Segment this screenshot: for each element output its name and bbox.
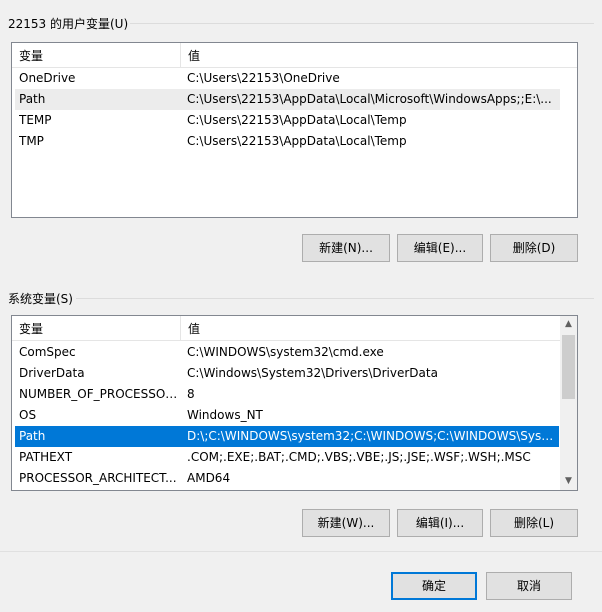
system-var-value: C:\Windows\System32\Drivers\DriverData	[187, 366, 438, 380]
system-var-name: NUMBER_OF_PROCESSORS	[19, 387, 181, 401]
system-var-name: OS	[19, 408, 37, 422]
system-var-row-comspec[interactable]: ComSpec C:\WINDOWS\system32\cmd.exe	[15, 342, 559, 363]
user-var-value: C:\Users\22153\OneDrive	[187, 71, 340, 85]
user-var-name: TEMP	[19, 113, 52, 127]
user-var-value: C:\Users\22153\AppData\Local\Temp	[187, 134, 407, 148]
system-edit-button[interactable]: 编辑(I)...	[397, 509, 483, 537]
system-var-row-driverdata[interactable]: DriverData C:\Windows\System32\Drivers\D…	[15, 363, 559, 384]
system-var-value: 8	[187, 387, 195, 401]
user-col-separator[interactable]	[180, 43, 181, 67]
system-var-row-pathext[interactable]: PATHEXT .COM;.EXE;.BAT;.CMD;.VBS;.VBE;.J…	[15, 447, 559, 468]
user-var-value: C:\Users\22153\AppData\Local\Temp	[187, 113, 407, 127]
system-new-button[interactable]: 新建(W)...	[302, 509, 390, 537]
user-var-row-path[interactable]: Path C:\Users\22153\AppData\Local\Micros…	[15, 89, 560, 110]
system-var-value: Windows_NT	[187, 408, 263, 422]
system-var-value: AMD64	[187, 471, 231, 485]
user-var-value: C:\Users\22153\AppData\Local\Microsoft\W…	[187, 92, 552, 106]
user-var-row-tmp[interactable]: TMP C:\Users\22153\AppData\Local\Temp	[15, 131, 560, 152]
system-col-name-header[interactable]: 变量	[19, 320, 43, 337]
system-group-divider	[76, 298, 594, 299]
system-list-scrollbar[interactable]: ▲ ▼	[560, 316, 577, 490]
system-var-name: PROCESSOR_ARCHITECT...	[19, 471, 177, 485]
system-var-name: PATHEXT	[19, 450, 73, 464]
system-var-name: ComSpec	[19, 345, 76, 359]
cancel-button[interactable]: 取消	[486, 572, 572, 600]
user-group-divider	[130, 23, 594, 24]
footer-divider	[0, 551, 602, 552]
system-var-value: D:\;C:\WINDOWS\system32;C:\WINDOWS;C:\WI…	[187, 429, 555, 443]
system-var-row-path[interactable]: Path D:\;C:\WINDOWS\system32;C:\WINDOWS;…	[15, 426, 559, 447]
user-var-name: Path	[19, 92, 46, 106]
user-variables-list[interactable]: 变量 值 OneDrive C:\Users\22153\OneDrive Pa…	[11, 42, 578, 218]
system-col-value-header[interactable]: 值	[188, 320, 200, 337]
system-var-value: C:\WINDOWS\system32\cmd.exe	[187, 345, 384, 359]
user-new-button[interactable]: 新建(N)...	[302, 234, 390, 262]
system-list-header: 变量 值	[12, 316, 562, 341]
user-col-value-header[interactable]: 值	[188, 47, 200, 64]
system-variables-list[interactable]: 变量 值 ComSpec C:\WINDOWS\system32\cmd.exe…	[11, 315, 578, 491]
scrollbar-thumb[interactable]	[562, 335, 575, 399]
scroll-down-arrow-icon[interactable]: ▼	[560, 473, 577, 490]
system-var-row-processor-architecture[interactable]: PROCESSOR_ARCHITECT... AMD64	[15, 468, 559, 489]
user-var-name: TMP	[19, 134, 44, 148]
user-variables-group-label: 22153 的用户变量(U)	[8, 17, 129, 31]
user-var-row-onedrive[interactable]: OneDrive C:\Users\22153\OneDrive	[15, 68, 560, 89]
system-var-name: DriverData	[19, 366, 85, 380]
system-delete-button[interactable]: 删除(L)	[490, 509, 578, 537]
system-col-separator[interactable]	[180, 316, 181, 340]
system-var-value: .COM;.EXE;.BAT;.CMD;.VBS;.VBE;.JS;.JSE;.…	[187, 450, 531, 464]
system-variables-group-label: 系统变量(S)	[8, 292, 73, 306]
user-var-row-temp[interactable]: TEMP C:\Users\22153\AppData\Local\Temp	[15, 110, 560, 131]
system-var-row-os[interactable]: OS Windows_NT	[15, 405, 559, 426]
user-edit-button[interactable]: 编辑(E)...	[397, 234, 483, 262]
system-var-row-number-of-processors[interactable]: NUMBER_OF_PROCESSORS 8	[15, 384, 559, 405]
user-col-name-header[interactable]: 变量	[19, 47, 43, 64]
user-var-name: OneDrive	[19, 71, 76, 85]
user-delete-button[interactable]: 删除(D)	[490, 234, 578, 262]
user-list-header: 变量 值	[12, 43, 577, 68]
scroll-up-arrow-icon[interactable]: ▲	[560, 316, 577, 333]
ok-button[interactable]: 确定	[391, 572, 477, 600]
system-var-name: Path	[19, 429, 46, 443]
